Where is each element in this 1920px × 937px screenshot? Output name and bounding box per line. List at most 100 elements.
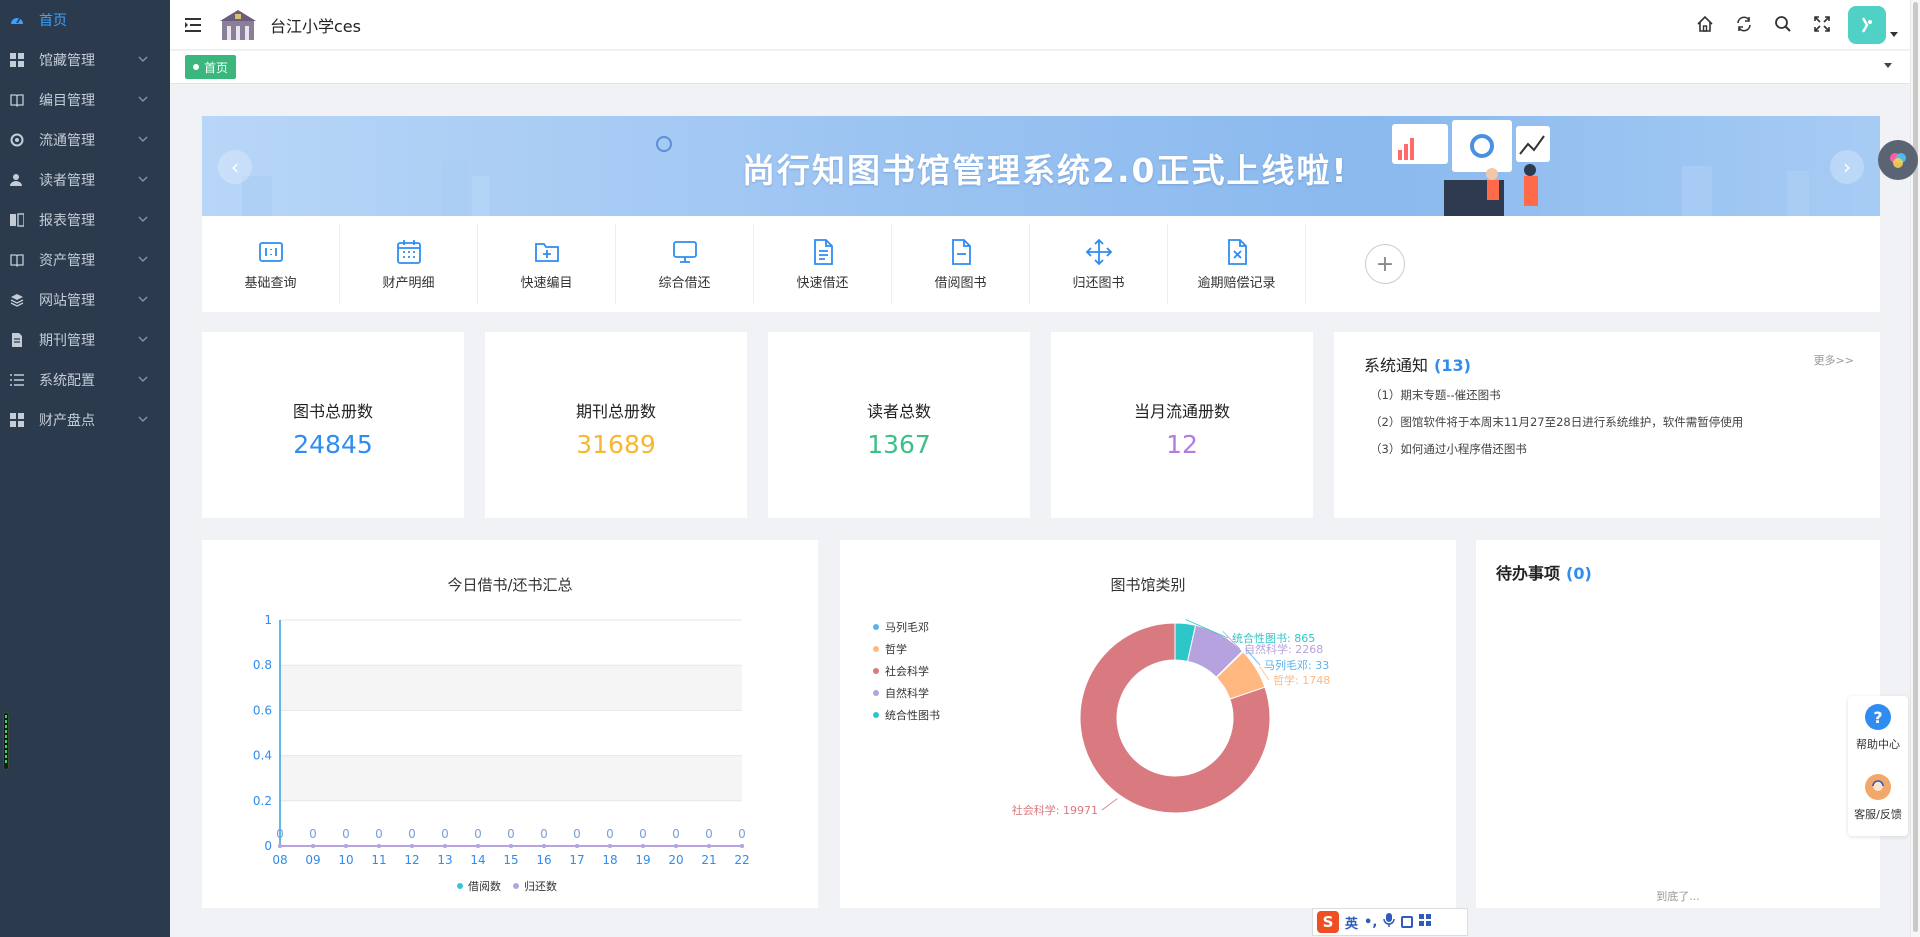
sidebar-item[interactable]: 馆藏管理: [0, 40, 170, 80]
tab-home[interactable]: 首页: [185, 55, 237, 79]
user-avatar[interactable]: [1848, 6, 1886, 44]
legend-label: 社会科学: [885, 664, 929, 678]
question-icon: ?: [1865, 704, 1891, 730]
quick-menu-label: 综合借还: [658, 276, 711, 291]
quick-menu-item[interactable]: 快速编目: [478, 224, 616, 304]
add-shortcut-button[interactable]: +: [1365, 244, 1405, 284]
top-header: 台江小学ces: [170, 0, 1920, 50]
banner-next-button[interactable]: ›: [1830, 150, 1864, 184]
layers-icon: [10, 293, 24, 307]
todo-count: (0): [1566, 564, 1592, 583]
data-label: 0: [408, 827, 416, 841]
data-label: 0: [309, 827, 317, 841]
y-tick-label: 0.6: [253, 703, 272, 717]
chevron-down-icon: [138, 132, 148, 142]
quick-menu-item[interactable]: 借阅图书: [892, 224, 1030, 304]
sidebar-item[interactable]: 网站管理: [0, 280, 170, 320]
data-label: 0: [342, 827, 350, 841]
feedback-button[interactable]: 客服/反馈: [1848, 766, 1908, 836]
notice-item[interactable]: （1）期末专题--催还图书: [1370, 388, 1743, 415]
todo-card: 待办事项 (0) 到底了...: [1476, 540, 1880, 908]
todo-heading: 待办事项 (0): [1496, 560, 1592, 584]
stat-card: 图书总册数 24845: [202, 332, 464, 518]
quick-menu-item[interactable]: 快速借还: [754, 224, 892, 304]
notice-item[interactable]: （3）如何通过小程序借还图书: [1370, 442, 1743, 469]
file-x-icon: [1227, 239, 1247, 265]
quick-menu-item[interactable]: 归还图书: [1030, 224, 1168, 304]
y-tick-label: 0.4: [253, 749, 272, 763]
sidebar-item[interactable]: 首页: [0, 0, 170, 40]
line-chart: 0 0.2 0.4 0.6 0.8 1 08 09 10 11 12 13 14 15 16 17 18 19 20…: [253, 613, 750, 893]
sidebar-item-label: 编目管理: [39, 93, 95, 109]
refresh-icon[interactable]: [1734, 14, 1754, 34]
x-tick-label: 17: [569, 853, 584, 867]
keyboard-icon[interactable]: [1401, 916, 1414, 928]
x-tick-label: 20: [668, 853, 683, 867]
floating-assistant-icon[interactable]: [1878, 140, 1918, 180]
stat-label: 图书总册数: [292, 402, 373, 421]
slice-label: 马列毛邓: 33: [1264, 658, 1329, 672]
ime-toolbar: S 英 •,: [1312, 908, 1468, 936]
stat-value: 31689: [576, 430, 656, 459]
sidebar-item-label: 首页: [39, 13, 67, 29]
data-point: [344, 844, 348, 848]
active-dot-icon: [193, 64, 199, 70]
sidebar-item[interactable]: 流通管理: [0, 120, 170, 160]
list-icon: [10, 373, 24, 387]
quick-menu-item[interactable]: 逾期赔偿记录: [1168, 224, 1306, 304]
notice-item[interactable]: （2）图馆软件将于本周末11月27至28日进行系统维护，软件需暂停使用: [1370, 415, 1743, 442]
menu-toggle-icon[interactable]: [185, 16, 203, 34]
data-label: 0: [540, 827, 548, 841]
move-icon: [1085, 238, 1112, 266]
quick-menu-item[interactable]: 财产明细: [340, 224, 478, 304]
sidebar-item[interactable]: 资产管理: [0, 240, 170, 280]
ime-language[interactable]: 英: [1345, 913, 1358, 932]
data-label: 0: [672, 827, 680, 841]
borrow-return-chart-card: 今日借书/还书汇总 0 0.2 0.4 0.6 0.8 1 08 09 10 11 12 13 14 15…: [202, 540, 818, 908]
microphone-icon[interactable]: [1383, 913, 1396, 931]
sidebar-item[interactable]: 系统配置: [0, 360, 170, 400]
data-point: [575, 844, 579, 848]
x-tick-label: 18: [602, 853, 617, 867]
sidebar-item[interactable]: 读者管理: [0, 160, 170, 200]
quick-menu-label: 快速编目: [520, 276, 573, 291]
fullscreen-icon[interactable]: [1812, 14, 1832, 34]
tab-menu-caret-icon[interactable]: [1884, 63, 1892, 68]
x-tick-label: 12: [404, 853, 419, 867]
sidebar-item-label: 馆藏管理: [39, 53, 95, 69]
data-point: [707, 844, 711, 848]
chevron-down-icon: [138, 252, 148, 262]
notice-more-link[interactable]: 更多>>: [1814, 352, 1854, 368]
sidebar-item[interactable]: 期刊管理: [0, 320, 170, 360]
legend-marker: [873, 690, 879, 696]
stat-card: 读者总数 1367: [768, 332, 1030, 518]
data-point: [641, 844, 645, 848]
help-center-button[interactable]: ? 帮助中心: [1848, 696, 1908, 766]
sidebar-item[interactable]: 编目管理: [0, 80, 170, 120]
quick-menu-item[interactable]: 综合借还: [616, 224, 754, 304]
search-icon[interactable]: [1773, 14, 1793, 34]
tab-label: 首页: [204, 60, 229, 75]
legend-marker: [873, 712, 879, 718]
legend-label: 自然科学: [885, 686, 929, 700]
sidebar: 首页馆藏管理编目管理流通管理 读者管理 报表管理资产管理网站管理 期刊管理 系统配置 财产…: [0, 0, 170, 937]
chevron-down-icon: [138, 332, 148, 342]
sidebar-item-label: 资产管理: [39, 253, 95, 269]
quick-menu-item[interactable]: 基础查询: [202, 224, 340, 304]
stat-value: 1367: [867, 430, 931, 459]
home-icon[interactable]: [1695, 14, 1715, 34]
file-minus-icon: [951, 239, 971, 265]
punctuation-icon[interactable]: •,: [1364, 915, 1377, 930]
apps-grid-icon[interactable]: [1419, 914, 1432, 930]
data-point: [608, 844, 612, 848]
y-tick-label: 0.2: [253, 794, 272, 808]
stat-card: 当月流通册数 12: [1051, 332, 1313, 518]
data-point: [443, 844, 447, 848]
stat-label: 期刊总册数: [575, 402, 656, 421]
sidebar-item[interactable]: 报表管理: [0, 200, 170, 240]
banner-prev-button[interactable]: ‹: [218, 150, 252, 184]
page-scrollbar[interactable]: [1910, 0, 1920, 937]
user-menu-caret-icon[interactable]: [1890, 32, 1898, 37]
sidebar-item[interactable]: 财产盘点: [0, 400, 170, 440]
sogou-logo-icon[interactable]: S: [1317, 911, 1339, 933]
